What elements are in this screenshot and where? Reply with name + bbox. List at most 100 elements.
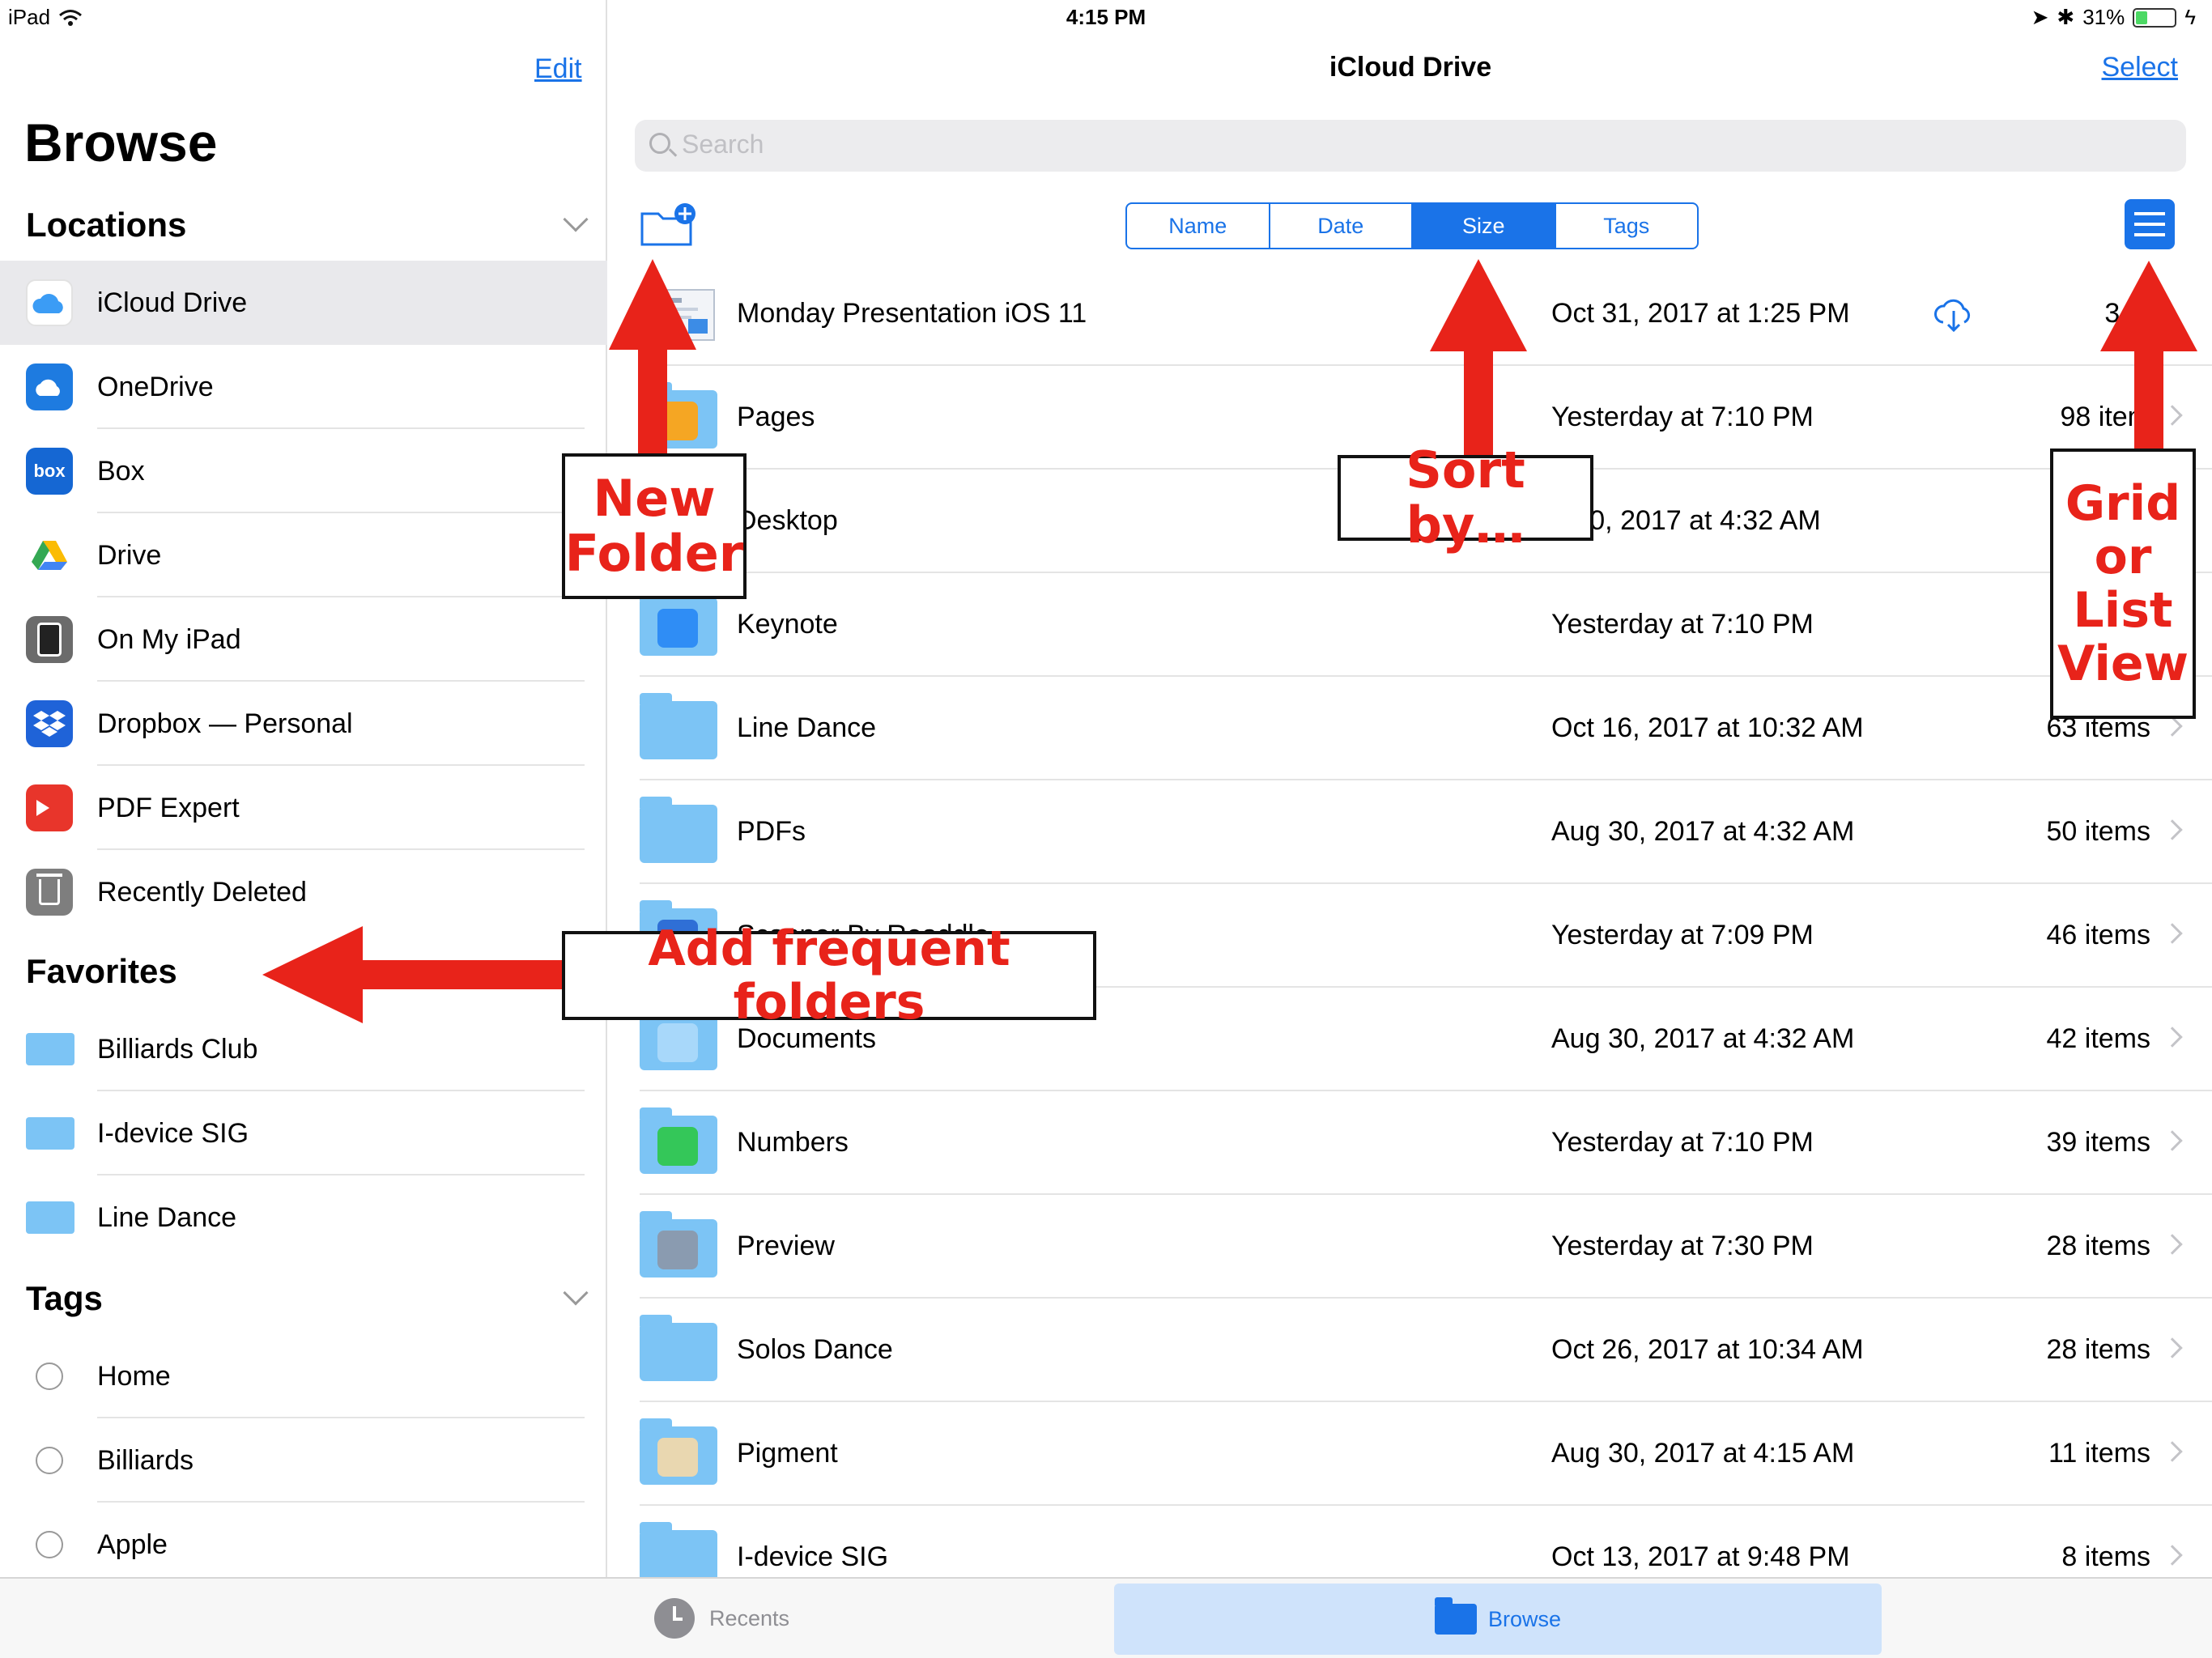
folder-icon [640,797,717,863]
tag-item[interactable]: Home [0,1334,607,1418]
ipad-icon [26,616,73,663]
favorite-item[interactable]: I-device SIG [0,1091,607,1175]
battery-icon [2133,7,2177,28]
search-input[interactable]: Search [635,120,2186,172]
sidebar-item-pdf-expert[interactable]: PDF Expert [0,766,607,850]
file-row[interactable]: Numbers Yesterday at 7:10 PM 39 items [609,1091,2212,1195]
sidebar-item-icloud-drive[interactable]: iCloud Drive [0,261,607,345]
favorite-label: Billiards Club [97,1033,258,1065]
sort-option-name[interactable]: Name [1127,204,1270,248]
onedrive-icon [26,363,73,410]
status-time: 4:15 PM [1066,5,1146,29]
file-row[interactable]: Solos Dance Oct 26, 2017 at 10:34 AM 28 it… [609,1299,2212,1402]
sidebar-item-drive[interactable]: Drive [0,513,607,597]
chevron-right-icon [2162,1337,2183,1358]
bluetooth-icon: ✱ [2057,5,2075,29]
cloud-download-icon[interactable] [1930,295,1977,334]
tab-browse[interactable]: Browse [1114,1584,1882,1655]
sort-option-size[interactable]: Size [1413,204,1556,248]
sidebar-item-onedrive[interactable]: OneDrive [0,345,607,429]
favorite-label: Line Dance [97,1201,237,1233]
chevron-right-icon [2162,923,2183,944]
annotation-add-frequent-folders: Add frequent folders [562,922,1096,1029]
sidebar: Edit Browse Locations iCloud Drive OneDri… [0,0,607,1577]
sidebar-item-label: PDF Expert [97,792,240,823]
sidebar-item-recently-deleted[interactable]: Recently Deleted [0,850,607,934]
file-name: Solos Dance [737,1334,893,1365]
battery-percent: 31% [2082,5,2125,29]
sort-option-tags[interactable]: Tags [1556,204,1698,248]
app-badge-icon [657,609,698,648]
annotation-grid-or-list: Grid or List View [2050,449,2196,719]
tag-item[interactable]: Billiards [0,1418,607,1503]
annotation-arrow-head [1430,259,1527,351]
icloud-icon [26,279,73,326]
list-view-button[interactable] [2125,199,2175,249]
file-row[interactable]: Monday Presentation iOS 11 Oct 31, 2017 a… [609,262,2212,366]
item-count: 11 items [2048,1438,2150,1469]
file-date: Oct 16, 2017 at 10:32 AM [1551,712,1864,743]
file-row[interactable]: Line Dance Oct 16, 2017 at 10:32 AM 63 ite… [609,677,2212,780]
file-date: Aug 30, 2017 at 4:32 AM [1551,1023,1855,1054]
tab-recents[interactable]: Recents [654,1598,789,1639]
tag-item[interactable]: Apple [0,1503,607,1587]
charging-icon: ϟ [2184,5,2196,29]
file-name: Keynote [737,609,838,640]
item-count: 46 items [2046,920,2151,950]
annotation-arrow [638,348,667,455]
file-row[interactable]: Preview Yesterday at 7:30 PM 28 items [609,1195,2212,1299]
sort-segmented-control[interactable]: Name Date Size Tags [1125,202,1699,249]
sidebar-item-dropbox-personal[interactable]: Dropbox — Personal [0,682,607,766]
edit-button[interactable]: Edit [534,53,582,85]
file-date: Yesterday at 7:09 PM [1551,920,1814,950]
folder-icon [640,693,717,759]
sidebar-item-label: Recently Deleted [97,876,307,908]
app-badge-icon [657,1438,698,1477]
item-count: 50 items [2046,816,2151,847]
box-icon: box [26,448,73,495]
chevron-right-icon [2162,1027,2183,1048]
tag-label: Apple [97,1528,168,1560]
item-count: 8 items [2061,1541,2150,1572]
folder-icon [26,1117,74,1150]
file-name: Preview [737,1231,835,1261]
file-name: Pages [737,402,815,432]
sidebar-item-box[interactable]: box Box [0,429,607,513]
tag-label: Home [97,1360,171,1392]
sidebar-item-label: On My iPad [97,623,241,655]
chevron-right-icon [2162,716,2183,737]
sidebar-item-label: iCloud Drive [97,287,248,318]
file-date: Yesterday at 7:10 PM [1551,402,1814,432]
locations-heading[interactable]: Locations [26,206,186,244]
file-row[interactable]: KeynoteYesterday at 7:10 PM6 [609,573,2212,677]
annotation-arrow-head [2100,261,2197,351]
annotation-arrow-head [609,259,696,350]
file-row[interactable]: PDFs Aug 30, 2017 at 4:32 AM 50 items [609,780,2212,884]
pdf-expert-icon [26,784,73,831]
folder-icon [26,1201,74,1234]
favorite-item[interactable]: Line Dance [0,1175,607,1260]
sort-option-date[interactable]: Date [1270,204,1413,248]
chevron-down-icon[interactable] [563,206,589,232]
chevron-down-icon[interactable] [563,1280,589,1306]
file-name: Pigment [737,1438,838,1469]
search-placeholder: Search [682,130,764,159]
tags-heading[interactable]: Tags [26,1279,103,1318]
file-name: Line Dance [737,712,877,743]
page-title: iCloud Drive [1329,52,1492,83]
status-bar: iPad 4:15 PM ➤ ✱ 31% ϟ [0,0,2212,32]
tab-bar: Recents Browse [0,1577,2212,1658]
sidebar-item-on-my-ipad[interactable]: On My iPad [0,597,607,682]
file-date: Yesterday at 7:10 PM [1551,609,1814,640]
folder-icon [1434,1597,1477,1635]
favorites-heading: Favorites [26,952,177,990]
file-date: Oct 31, 2017 at 1:25 PM [1551,298,1850,329]
tag-circle-icon [36,1447,63,1474]
new-folder-icon[interactable] [640,202,696,248]
annotation-new-folder: New Folder [562,453,747,599]
select-button[interactable]: Select [2102,52,2179,83]
folder-icon [640,1315,717,1381]
file-row[interactable]: Pigment Aug 30, 2017 at 4:15 AM 11 items [609,1402,2212,1506]
location-icon: ➤ [2031,5,2049,29]
item-count: 28 items [2046,1231,2151,1261]
